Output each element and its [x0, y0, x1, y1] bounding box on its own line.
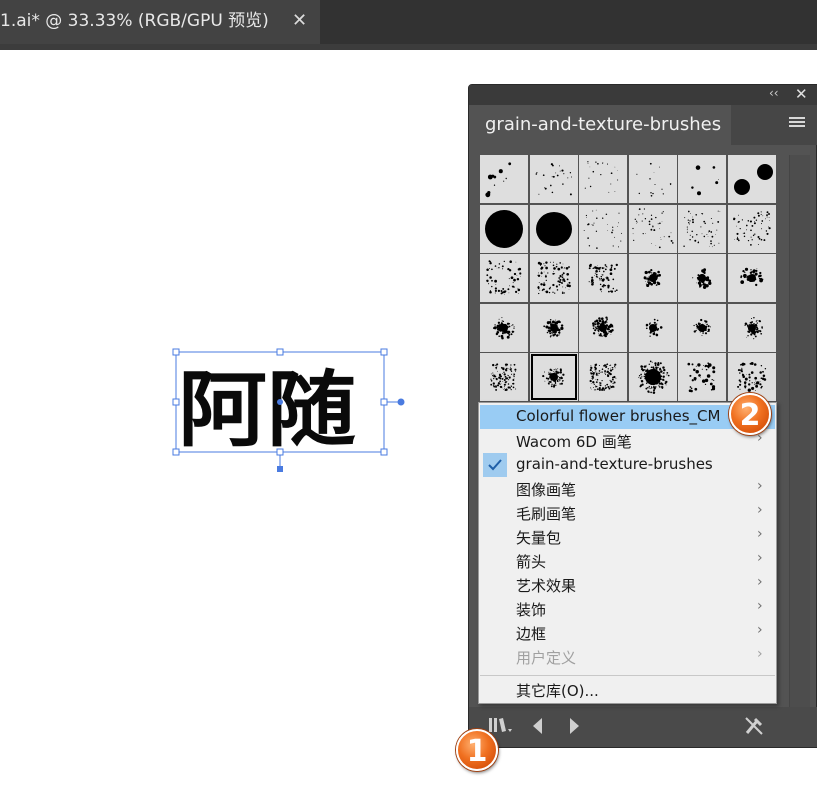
brush-swatch[interactable]: [678, 303, 726, 352]
menu-item-label: 装饰: [516, 601, 547, 619]
panel-bottom-toolbar: [469, 707, 817, 747]
menu-item-arrows[interactable]: 箭头 ›: [480, 549, 775, 573]
brush-swatch[interactable]: [529, 155, 578, 203]
collapse-panel-icon[interactable]: ‹‹: [769, 86, 779, 100]
brush-swatch[interactable]: [727, 155, 776, 203]
submenu-arrow-icon: ›: [757, 646, 763, 662]
brush-swatch[interactable]: [529, 353, 578, 401]
menu-item-grain-and-texture-brushes[interactable]: grain-and-texture-brushes: [480, 453, 775, 477]
checkmark-icon: [483, 453, 507, 477]
menu-item-label: 边框: [516, 625, 547, 643]
handle-top-left: [172, 348, 180, 356]
brush-swatch[interactable]: [579, 204, 627, 253]
document-tab[interactable]: 1.ai* @ 33.33% (RGB/GPU 预览) ✕: [0, 0, 320, 44]
close-document-icon[interactable]: ✕: [292, 0, 307, 42]
menu-separator: [480, 675, 775, 676]
brush-swatch[interactable]: [529, 254, 578, 302]
brush-swatch[interactable]: [480, 303, 528, 352]
brush-swatch[interactable]: [678, 254, 726, 302]
brush-swatch[interactable]: [480, 204, 528, 253]
document-tab-bar: 1.ai* @ 33.33% (RGB/GPU 预览) ✕: [0, 0, 817, 44]
brush-library-dropdown-menu: Colorful flower brushes_CM Wacom 6D 画笔 ›…: [478, 402, 777, 704]
brush-swatch[interactable]: [529, 303, 578, 352]
submenu-arrow-icon: ›: [757, 550, 763, 566]
hamburger-menu-icon[interactable]: [789, 117, 805, 131]
menu-item-label: 用户定义: [516, 649, 577, 667]
selected-artwork[interactable]: 阿随: [160, 338, 420, 478]
handle-bottom-right: [380, 448, 388, 456]
handle-top-right: [380, 348, 388, 356]
brush-swatch[interactable]: [678, 155, 726, 203]
menu-item-label: 箭头: [516, 553, 547, 571]
menu-item-label: 其它库(O)...: [516, 682, 599, 700]
menu-item-label: 矢量包: [516, 529, 562, 547]
brush-swatch[interactable]: [529, 204, 578, 253]
artwork-text: 阿随: [178, 362, 356, 458]
annotation-badge-2: 2: [729, 393, 771, 435]
menu-item-label: 图像画笔: [516, 481, 577, 499]
menu-item-label: Colorful flower brushes_CM: [516, 407, 721, 425]
submenu-arrow-icon: ›: [757, 478, 763, 494]
menu-item-vector-packs[interactable]: 矢量包 ›: [480, 525, 775, 549]
document-tab-title: 1.ai* @ 33.33% (RGB/GPU 预览): [0, 11, 269, 31]
brush-swatch[interactable]: [480, 353, 528, 401]
brush-swatch[interactable]: [628, 303, 677, 352]
brush-swatch[interactable]: [727, 254, 776, 302]
remove-brush-stroke-icon[interactable]: [743, 715, 765, 737]
menu-item-user-defined: 用户定义 ›: [480, 645, 775, 669]
brush-swatch[interactable]: [579, 303, 627, 352]
submenu-arrow-icon: ›: [757, 574, 763, 590]
brush-swatch[interactable]: [579, 353, 627, 401]
scale-handle-bottom: [277, 466, 283, 472]
submenu-arrow-icon: ›: [757, 526, 763, 542]
handle-top-middle: [276, 348, 284, 356]
brush-swatch[interactable]: [678, 204, 726, 253]
brush-swatch[interactable]: [628, 353, 677, 401]
menu-item-artistic[interactable]: 艺术效果 ›: [480, 573, 775, 597]
submenu-arrow-icon: ›: [757, 502, 763, 518]
menu-item-image-brushes[interactable]: 图像画笔 ›: [480, 477, 775, 501]
menu-item-label: Wacom 6D 画笔: [516, 433, 632, 451]
brush-swatch[interactable]: [727, 204, 776, 253]
menu-item-label: 艺术效果: [516, 577, 577, 595]
brush-swatch[interactable]: [678, 353, 726, 401]
menu-item-label: grain-and-texture-brushes: [516, 455, 713, 473]
menu-item-label: 毛刷画笔: [516, 505, 577, 523]
brush-swatch[interactable]: [579, 254, 627, 302]
close-panel-icon[interactable]: ✕: [795, 85, 808, 103]
panel-tab-title[interactable]: grain-and-texture-brushes: [469, 105, 731, 147]
menu-item-other-library[interactable]: 其它库(O)...: [480, 678, 775, 702]
annotation-badge-1: 1: [456, 729, 498, 771]
brush-swatch[interactable]: [480, 155, 528, 203]
previous-library-icon[interactable]: [531, 717, 545, 735]
menu-item-wacom-6d[interactable]: Wacom 6D 画笔 ›: [480, 429, 775, 453]
menu-item-bristle-brushes[interactable]: 毛刷画笔 ›: [480, 501, 775, 525]
menu-item-borders[interactable]: 边框 ›: [480, 621, 775, 645]
brush-swatch[interactable]: [628, 254, 677, 302]
brush-swatch[interactable]: [727, 303, 776, 352]
panel-tab-row: grain-and-texture-brushes: [469, 105, 817, 147]
next-library-icon[interactable]: [567, 717, 581, 735]
brush-swatch[interactable]: [628, 155, 677, 203]
rotate-handle: [397, 398, 405, 406]
submenu-arrow-icon: ›: [757, 598, 763, 614]
handle-middle-right: [380, 398, 388, 406]
submenu-arrow-icon: ›: [757, 622, 763, 638]
brush-swatch[interactable]: [579, 155, 627, 203]
panel-scrollbar[interactable]: [789, 155, 810, 715]
menu-item-decorative[interactable]: 装饰 ›: [480, 597, 775, 621]
brush-swatch-grid: [480, 155, 780, 403]
panel-title-bar[interactable]: ‹‹ ✕: [469, 85, 817, 105]
center-point: [277, 399, 283, 405]
brush-swatch[interactable]: [480, 254, 528, 302]
brush-swatch[interactable]: [628, 204, 677, 253]
